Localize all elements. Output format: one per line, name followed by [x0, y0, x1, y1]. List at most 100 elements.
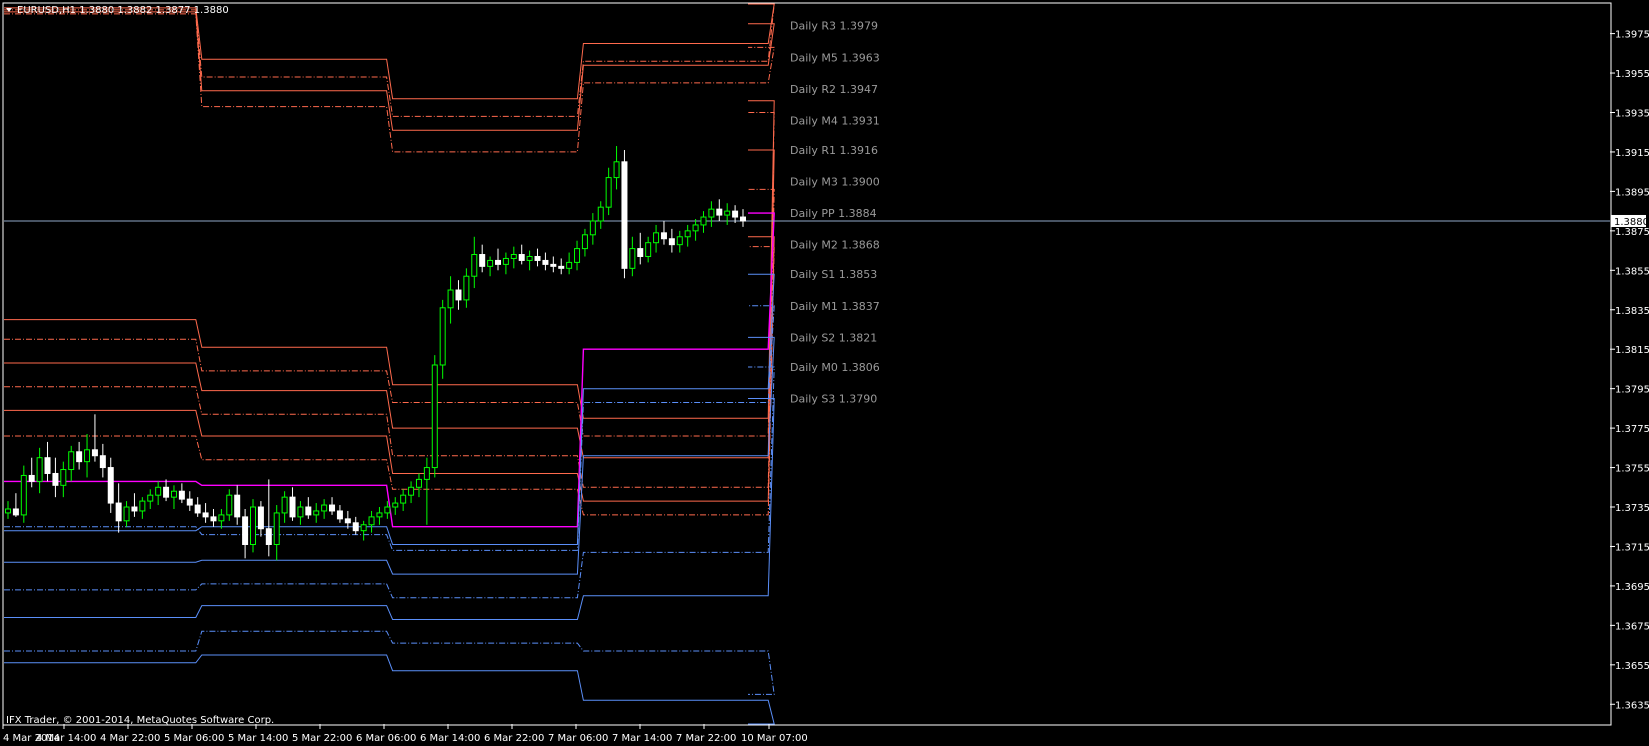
- y-tick-label: 1.3655: [1615, 661, 1649, 672]
- candle-body: [131, 506, 138, 512]
- candle-body: [471, 254, 478, 277]
- candle-body: [163, 486, 170, 498]
- candle-body: [732, 210, 739, 218]
- candle-body: [321, 504, 328, 512]
- candle-body: [76, 451, 83, 463]
- x-tick-label: 4 Mar 22:00: [100, 733, 160, 744]
- candle-body: [226, 494, 233, 516]
- pivot-label-m2: Daily M2 1.3868: [790, 239, 880, 252]
- x-tick-label: 6 Mar 06:00: [356, 733, 416, 744]
- candle-body: [708, 208, 715, 218]
- candle-body: [392, 502, 399, 508]
- candle-body: [566, 261, 573, 269]
- candle-body: [186, 498, 193, 506]
- candle-body: [668, 238, 675, 246]
- candle-body: [336, 510, 343, 520]
- candle-body: [218, 514, 225, 522]
- candle-body: [542, 259, 549, 265]
- candle-body: [202, 512, 209, 518]
- candle-body: [297, 506, 304, 518]
- y-tick-label: 1.3975: [1615, 30, 1649, 41]
- candle-body: [534, 255, 541, 261]
- x-tick-label: 5 Mar 06:00: [164, 733, 224, 744]
- price-chart[interactable]: Daily R3 1.3979 Daily M5 1.3963 Daily R2 1…: [0, 0, 1649, 746]
- candle-body: [210, 516, 217, 522]
- x-tick-label: 4 Mar 14:00: [36, 733, 96, 744]
- x-tick-label: 6 Mar 14:00: [420, 733, 480, 744]
- candle-body: [400, 494, 407, 504]
- candle-body: [234, 494, 241, 518]
- y-tick-label: 1.3675: [1615, 621, 1649, 632]
- candle-body: [676, 236, 683, 246]
- candle-body: [368, 516, 375, 526]
- candle-body: [455, 289, 462, 301]
- candle-body: [147, 494, 154, 502]
- candle-body: [20, 474, 27, 516]
- y-tick-label: 1.3795: [1615, 385, 1649, 396]
- candle-body: [5, 508, 11, 514]
- candle-body: [479, 254, 486, 267]
- candle-body: [242, 516, 249, 545]
- candle-body: [91, 449, 98, 457]
- y-tick-label: 1.3835: [1615, 306, 1649, 317]
- candle-body: [550, 263, 557, 267]
- candle-body: [178, 490, 185, 500]
- candle-body: [700, 216, 707, 226]
- candle-body: [431, 364, 438, 469]
- y-tick-label: 1.3955: [1615, 69, 1649, 80]
- candle-body: [281, 496, 288, 514]
- candle-body: [645, 242, 652, 257]
- candle-body: [155, 486, 162, 496]
- y-tick-label: 1.3735: [1615, 503, 1649, 514]
- candle-body: [510, 254, 517, 259]
- x-tick-label: 7 Mar 22:00: [676, 733, 736, 744]
- candle-body: [692, 224, 699, 232]
- y-tick-label: 1.3775: [1615, 424, 1649, 435]
- candle-body: [265, 528, 272, 545]
- y-tick-label: 1.3635: [1615, 700, 1649, 711]
- pivot-label-r1: Daily R1 1.3916: [790, 144, 878, 157]
- x-tick-label: 7 Mar 14:00: [612, 733, 672, 744]
- copyright-footer: IFX Trader, © 2001-2014, MetaQuotes Soft…: [6, 715, 274, 726]
- pivot-label-m5: Daily M5 1.3963: [790, 51, 880, 64]
- candle-body: [597, 206, 604, 222]
- candle-body: [139, 500, 146, 512]
- candle-body: [352, 522, 359, 532]
- candle-body: [52, 472, 59, 486]
- candle-body: [107, 467, 114, 504]
- x-tick-label: 5 Mar 22:00: [292, 733, 352, 744]
- pivot-label-m3: Daily M3 1.3900: [790, 176, 880, 189]
- chart-title: EURUSD,H1 1.3880 1.3882 1.3877 1.3880: [17, 5, 229, 16]
- candle-body: [637, 248, 644, 257]
- pivot-label-r3: Daily R3 1.3979: [790, 20, 878, 33]
- candle-body: [60, 469, 67, 486]
- candle-body: [273, 512, 280, 545]
- candle-body: [84, 449, 91, 463]
- pivot-label-m1: Daily M1 1.3837: [790, 300, 880, 313]
- chart-title-group[interactable]: EURUSD,H1 1.3880 1.3882 1.3877 1.3880: [6, 5, 229, 16]
- candle-body: [250, 506, 256, 545]
- candle-body: [313, 510, 320, 516]
- candle-body: [28, 474, 35, 482]
- candle-body: [653, 232, 660, 244]
- candle-body: [716, 208, 723, 216]
- candle-body: [12, 508, 19, 516]
- y-tick-label: 1.3815: [1615, 345, 1649, 356]
- x-tick-label: 10 Mar 07:00: [741, 733, 808, 744]
- candle-body: [123, 506, 130, 522]
- candle-body: [384, 506, 391, 514]
- candle-body: [740, 216, 746, 222]
- candle-body: [629, 248, 636, 269]
- candle-body: [487, 259, 494, 267]
- candle-body: [581, 234, 588, 250]
- candle-body: [660, 232, 667, 240]
- candle-body: [408, 486, 415, 496]
- y-tick-label: 1.3895: [1615, 187, 1649, 198]
- y-tick-label: 1.3915: [1615, 148, 1649, 159]
- candle-body: [502, 257, 509, 265]
- pivot-label-s2: Daily S2 1.3821: [790, 331, 877, 344]
- pivot-label-m4: Daily M4 1.3931: [790, 114, 880, 127]
- candle-body: [344, 518, 351, 524]
- candle-body: [447, 289, 454, 309]
- candle-body: [99, 455, 106, 469]
